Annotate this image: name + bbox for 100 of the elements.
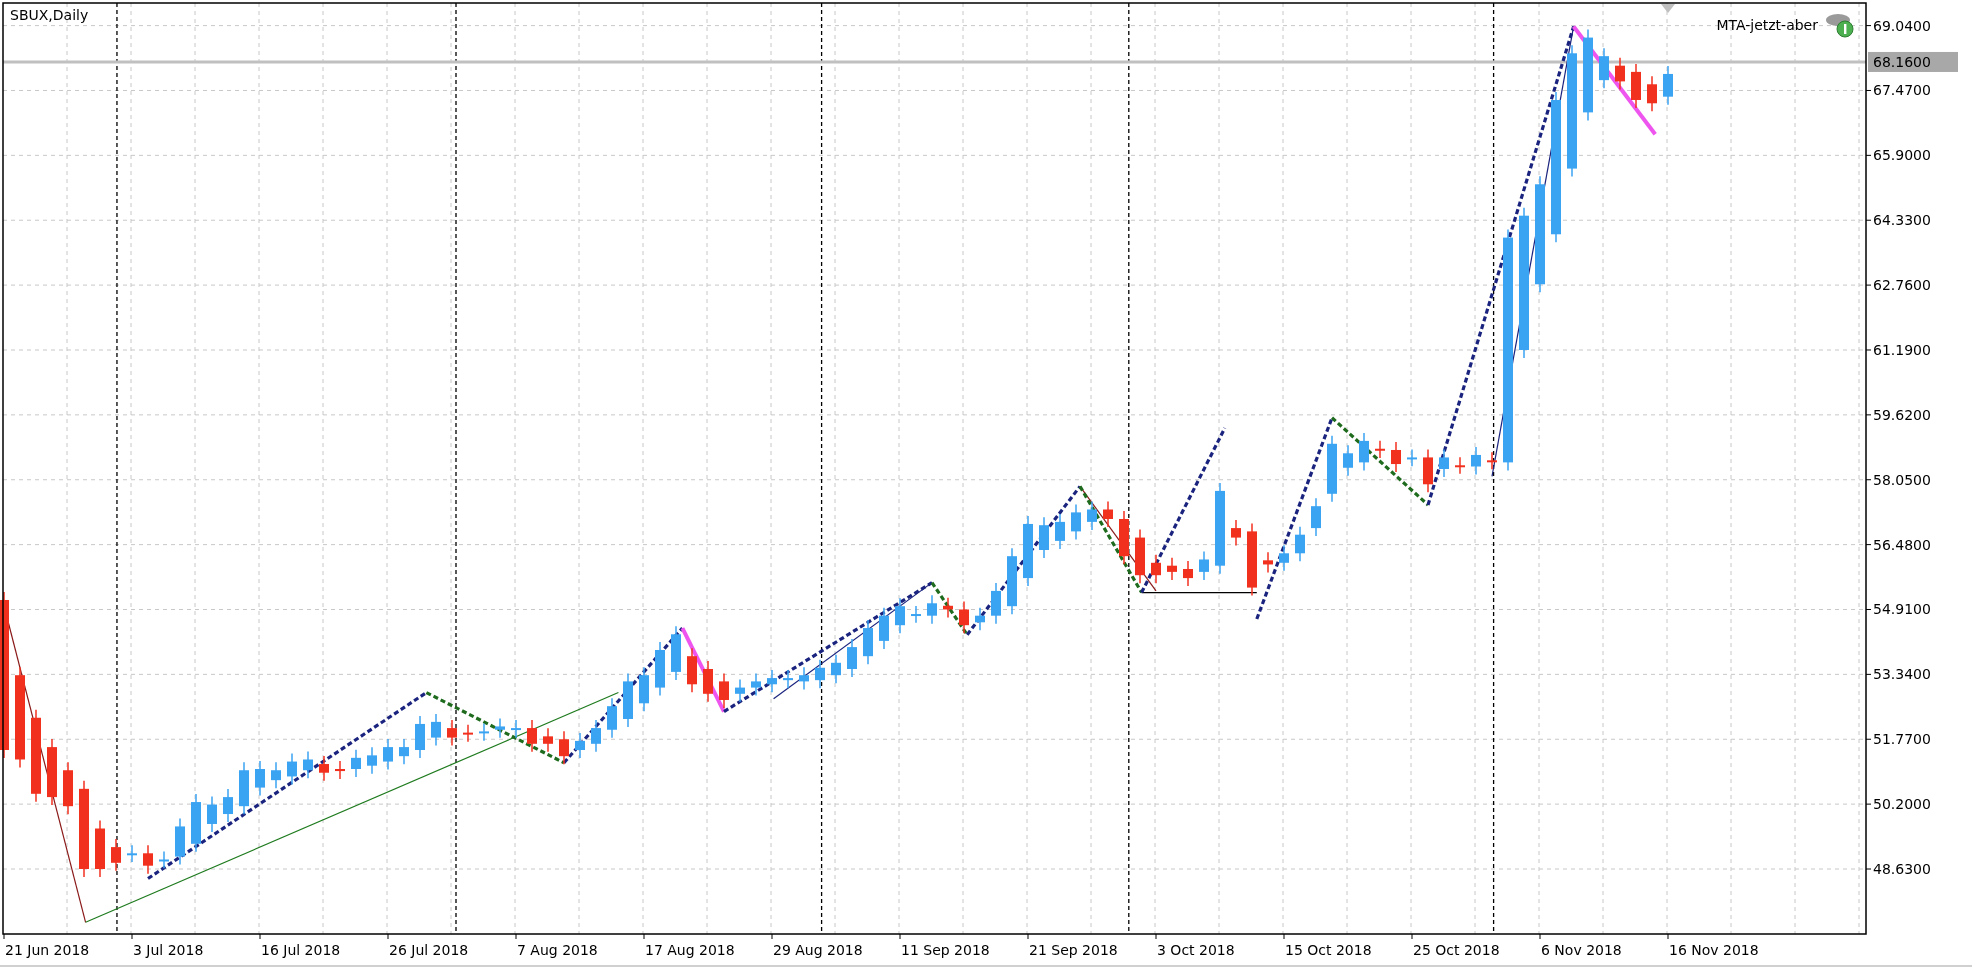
date-label: 21 Sep 2018 bbox=[1029, 942, 1118, 958]
candle bbox=[1615, 56, 1625, 91]
price-label: 69.0400 bbox=[1873, 17, 1931, 34]
candle bbox=[1407, 448, 1417, 467]
candle bbox=[447, 719, 457, 747]
candle bbox=[751, 672, 761, 697]
date-label: 29 Aug 2018 bbox=[773, 942, 863, 958]
candle bbox=[783, 669, 793, 689]
indicator-icon bbox=[1826, 14, 1854, 38]
candle bbox=[63, 761, 73, 815]
candle bbox=[911, 605, 921, 624]
candle bbox=[1167, 556, 1177, 581]
price-label: 61.1900 bbox=[1873, 342, 1931, 358]
price-label: 58.0500 bbox=[1873, 471, 1931, 488]
price-label: 48.6300 bbox=[1873, 861, 1931, 877]
candle bbox=[1007, 547, 1017, 615]
candle bbox=[511, 719, 521, 739]
date-label: 7 Aug 2018 bbox=[517, 942, 598, 958]
candle bbox=[1599, 47, 1609, 89]
candle bbox=[383, 738, 393, 771]
candle bbox=[927, 594, 937, 625]
candle bbox=[335, 760, 345, 780]
date-label: 15 Oct 2018 bbox=[1285, 942, 1372, 958]
candle bbox=[1343, 444, 1353, 477]
candle bbox=[1231, 519, 1241, 547]
candle bbox=[255, 760, 265, 797]
candle bbox=[671, 625, 681, 681]
candle bbox=[223, 788, 233, 823]
candle bbox=[735, 678, 745, 703]
candle bbox=[1295, 525, 1305, 563]
candle bbox=[543, 727, 553, 753]
price-label: 62.7600 bbox=[1873, 277, 1931, 294]
candle bbox=[623, 672, 633, 728]
current-price-label: 68.1600 bbox=[1868, 51, 1958, 72]
candle bbox=[319, 755, 329, 782]
candle bbox=[1391, 441, 1401, 473]
candle bbox=[1135, 528, 1145, 584]
candle bbox=[1455, 456, 1465, 475]
candle bbox=[1471, 446, 1481, 476]
candle bbox=[1199, 550, 1209, 581]
candle bbox=[239, 761, 249, 815]
candle bbox=[175, 817, 185, 866]
candle bbox=[159, 850, 169, 870]
candle bbox=[143, 844, 153, 875]
candle bbox=[815, 659, 825, 689]
candle bbox=[1279, 544, 1289, 572]
candle bbox=[1023, 515, 1033, 587]
date-label: 3 Oct 2018 bbox=[1157, 942, 1235, 958]
candle bbox=[191, 793, 201, 853]
price-label: 51.7700 bbox=[1873, 731, 1931, 748]
candle bbox=[351, 749, 361, 778]
date-label: 6 Nov 2018 bbox=[1541, 942, 1622, 958]
candle bbox=[847, 638, 857, 678]
candle bbox=[831, 654, 841, 684]
date-label: 21 Jun 2018 bbox=[5, 942, 90, 958]
price-label: 54.9100 bbox=[1873, 601, 1931, 618]
candle bbox=[1439, 448, 1449, 478]
candle bbox=[1263, 551, 1273, 574]
candle bbox=[399, 738, 409, 765]
price-label: 67.4700 bbox=[1873, 82, 1931, 99]
candle bbox=[1119, 510, 1129, 565]
candle bbox=[799, 666, 809, 691]
candle bbox=[607, 697, 617, 739]
candle bbox=[1423, 448, 1433, 494]
candle bbox=[463, 723, 473, 743]
candle bbox=[639, 666, 649, 713]
candle bbox=[655, 641, 665, 697]
price-label: 59.6200 bbox=[1873, 406, 1931, 423]
date-label: 11 Sep 2018 bbox=[901, 942, 990, 958]
date-label: 3 Jul 2018 bbox=[133, 942, 204, 958]
candle bbox=[207, 795, 217, 833]
candle bbox=[1055, 513, 1065, 550]
candle bbox=[1183, 560, 1193, 587]
candle bbox=[703, 660, 713, 703]
candle bbox=[1663, 65, 1673, 106]
candle bbox=[719, 672, 729, 709]
candle bbox=[1359, 432, 1369, 472]
indicator-label: MTA-jetzt-aber bbox=[1716, 17, 1818, 33]
candle bbox=[1631, 63, 1641, 109]
chart-title: SBUX,Daily bbox=[10, 7, 89, 23]
candle bbox=[1311, 497, 1321, 537]
price-label: 50.2000 bbox=[1873, 796, 1931, 813]
candle bbox=[1647, 75, 1657, 113]
candle bbox=[303, 750, 313, 779]
candle bbox=[575, 732, 585, 759]
candle bbox=[767, 669, 777, 694]
candle bbox=[527, 719, 537, 753]
candle bbox=[687, 647, 697, 694]
candle bbox=[1087, 500, 1097, 531]
candle bbox=[1039, 516, 1049, 559]
candle bbox=[1151, 554, 1161, 584]
date-label: 16 Nov 2018 bbox=[1669, 942, 1759, 958]
candle bbox=[127, 844, 137, 863]
candle bbox=[1487, 451, 1497, 470]
date-label: 17 Aug 2018 bbox=[645, 942, 735, 958]
candle bbox=[271, 761, 281, 789]
candle bbox=[991, 582, 1001, 625]
candle bbox=[943, 597, 953, 619]
candle bbox=[975, 606, 985, 632]
price-label: 53.3400 bbox=[1873, 666, 1931, 683]
